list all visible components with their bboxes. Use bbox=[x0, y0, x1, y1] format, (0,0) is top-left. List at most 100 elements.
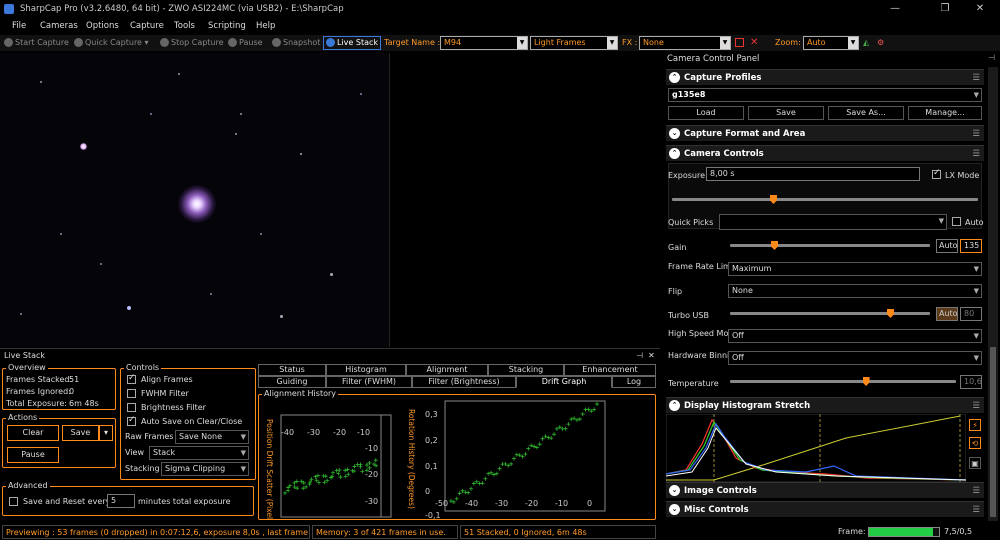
menu-icon[interactable]: ☰ bbox=[972, 483, 980, 499]
gain-slider-thumb[interactable] bbox=[771, 241, 778, 250]
chevron-down-icon[interactable]: ▼ bbox=[848, 37, 858, 49]
save-reset-checkbox[interactable] bbox=[9, 497, 18, 506]
cross-icon[interactable]: ✕ bbox=[750, 35, 758, 51]
save-reset-minutes-input[interactable]: 5 bbox=[107, 494, 135, 508]
tab-filter-brightness[interactable]: Filter (Brightness) bbox=[412, 376, 516, 388]
chevron-down-icon[interactable]: ▼ bbox=[720, 37, 730, 49]
turbo-usb-auto-toggle[interactable]: Auto bbox=[936, 307, 958, 321]
save-as-profile-button[interactable]: Save As... bbox=[828, 106, 904, 120]
quick-picks-select[interactable]: ▼ bbox=[719, 214, 947, 230]
tab-enhancement[interactable]: Enhancement bbox=[564, 364, 656, 376]
maximize-icon[interactable]: ❐ bbox=[930, 0, 960, 18]
manage-profiles-button[interactable]: Manage... bbox=[908, 106, 982, 120]
reset-icon[interactable]: ⟲ bbox=[969, 437, 981, 449]
auto-stretch-icon[interactable]: ⚡ bbox=[969, 419, 981, 431]
exposure-input[interactable]: 8,00 s bbox=[706, 167, 920, 181]
align-frames-checkbox[interactable] bbox=[127, 373, 136, 384]
misc-controls-header[interactable]: ⌄ Misc Controls ☰ bbox=[666, 501, 984, 517]
start-capture-button[interactable]: Start Capture bbox=[4, 35, 69, 51]
load-profile-button[interactable]: Load bbox=[668, 106, 744, 120]
gain-value-input[interactable]: 135 bbox=[960, 239, 982, 253]
histogram-chart[interactable] bbox=[666, 414, 966, 482]
fx-select[interactable]: None ▼ bbox=[639, 36, 731, 50]
collapse-icon[interactable]: ⌃ bbox=[669, 400, 680, 411]
tab-alignment[interactable]: Alignment bbox=[406, 364, 488, 376]
menu-help[interactable]: Help bbox=[256, 18, 275, 34]
capture-profiles-header[interactable]: ⌃ Capture Profiles ☰ bbox=[666, 69, 984, 85]
menu-cameras[interactable]: Cameras bbox=[40, 18, 78, 34]
image-viewer[interactable] bbox=[0, 53, 660, 347]
snapshot-button[interactable]: Snapshot bbox=[272, 35, 320, 51]
histogram-icon[interactable]: ◭ bbox=[863, 35, 869, 51]
save-icon[interactable]: ▣ bbox=[969, 457, 981, 469]
brightness-filter-checkbox[interactable] bbox=[127, 403, 136, 412]
tab-stacking[interactable]: Stacking bbox=[488, 364, 564, 376]
flip-select[interactable]: None ▼ bbox=[728, 284, 982, 298]
stop-capture-button[interactable]: Stop Capture bbox=[160, 35, 224, 51]
pause-button[interactable]: Pause bbox=[228, 35, 263, 51]
expand-icon[interactable]: ⌄ bbox=[669, 504, 680, 515]
menu-scripting[interactable]: Scripting bbox=[208, 18, 246, 34]
turbo-usb-value-input[interactable]: 80 bbox=[960, 307, 982, 321]
lx-mode-checkbox[interactable] bbox=[932, 168, 941, 179]
display-histogram-header[interactable]: ⌃ Display Histogram Stretch ☰ bbox=[666, 397, 984, 413]
menu-options[interactable]: Options bbox=[86, 18, 119, 34]
camera-controls-header[interactable]: ⌃ Camera Controls ☰ bbox=[666, 145, 984, 161]
quick-capture-button[interactable]: Quick Capture ▾ bbox=[74, 35, 149, 51]
capture-profile-select[interactable]: g135e8 ▼ bbox=[668, 88, 982, 102]
tab-filter-fwhm[interactable]: Filter (FWHM) bbox=[326, 376, 412, 388]
reticle-icon[interactable] bbox=[735, 38, 744, 47]
fwhm-filter-checkbox[interactable] bbox=[127, 389, 136, 398]
menu-icon[interactable]: ☰ bbox=[972, 398, 980, 414]
menu-tools[interactable]: Tools bbox=[174, 18, 195, 34]
pause-stack-button[interactable]: Pause bbox=[7, 447, 59, 463]
scrollbar-thumb[interactable] bbox=[990, 347, 996, 517]
tab-status[interactable]: Status bbox=[258, 364, 326, 376]
menu-file[interactable]: File bbox=[12, 18, 26, 34]
tab-log[interactable]: Log bbox=[612, 376, 656, 388]
save-dropdown-button[interactable]: ▾ bbox=[99, 425, 113, 441]
chevron-down-icon[interactable]: ▼ bbox=[607, 37, 617, 49]
close-panel-icon[interactable]: ✕ bbox=[648, 349, 655, 363]
clear-button[interactable]: Clear bbox=[7, 425, 59, 441]
expand-icon[interactable]: ⌄ bbox=[669, 485, 680, 496]
view-select[interactable]: Stack ▼ bbox=[149, 446, 249, 460]
save-button[interactable]: Save bbox=[62, 425, 99, 441]
image-controls-header[interactable]: ⌄ Image Controls ☰ bbox=[666, 482, 984, 498]
tab-drift-graph[interactable]: Drift Graph bbox=[516, 376, 612, 388]
frame-rate-limit-select[interactable]: Maximum ▼ bbox=[728, 262, 982, 276]
menu-capture[interactable]: Capture bbox=[130, 18, 164, 34]
collapse-icon[interactable]: ⌃ bbox=[669, 72, 680, 83]
exposure-slider[interactable] bbox=[672, 198, 978, 201]
gain-slider[interactable] bbox=[730, 244, 930, 247]
target-name-input[interactable]: M94 ▼ bbox=[440, 36, 528, 50]
capture-format-header[interactable]: ⌄ Capture Format and Area ☰ bbox=[666, 125, 984, 141]
pin-icon[interactable]: ⊣ bbox=[988, 53, 995, 62]
save-profile-button[interactable]: Save bbox=[748, 106, 824, 120]
gain-auto-toggle[interactable]: Auto bbox=[936, 239, 958, 253]
tab-histogram[interactable]: Histogram bbox=[326, 364, 406, 376]
menu-icon[interactable]: ☰ bbox=[972, 126, 980, 142]
auto-save-checkbox[interactable] bbox=[127, 415, 136, 426]
menu-icon[interactable]: ☰ bbox=[972, 146, 980, 162]
collapse-icon[interactable]: ⌃ bbox=[669, 148, 680, 159]
close-icon[interactable]: ✕ bbox=[965, 0, 995, 18]
minimize-icon[interactable]: — bbox=[880, 0, 910, 18]
turbo-usb-slider-thumb[interactable] bbox=[887, 309, 894, 318]
high-speed-mode-select[interactable]: Off ▼ bbox=[728, 329, 982, 343]
ccp-scrollbar[interactable] bbox=[988, 67, 998, 521]
expand-icon[interactable]: ⌄ bbox=[669, 128, 680, 139]
hardware-binning-select[interactable]: Off ▼ bbox=[728, 351, 982, 365]
raw-frames-select[interactable]: Save None ▼ bbox=[175, 430, 249, 444]
turbo-usb-slider[interactable] bbox=[730, 312, 930, 315]
frame-type-select[interactable]: Light Frames ▼ bbox=[530, 36, 618, 50]
zoom-select[interactable]: Auto ▼ bbox=[803, 36, 859, 50]
chevron-down-icon[interactable]: ▼ bbox=[517, 37, 527, 49]
stacking-select[interactable]: Sigma Clipping ▼ bbox=[161, 462, 249, 476]
settings-icon[interactable]: ⚙ bbox=[877, 35, 884, 51]
quick-picks-auto-checkbox[interactable] bbox=[952, 217, 961, 226]
live-stack-button[interactable]: Live Stack bbox=[323, 36, 382, 50]
menu-icon[interactable]: ☰ bbox=[972, 502, 980, 518]
pin-icon[interactable]: ⊣ bbox=[636, 349, 643, 363]
tab-guiding[interactable]: Guiding bbox=[258, 376, 326, 388]
